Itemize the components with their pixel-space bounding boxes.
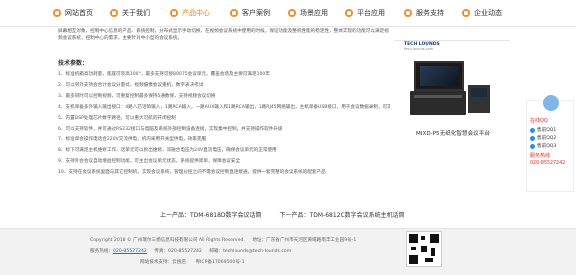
copyright: Copyright 2018 © 广州瑞尔三扬信息科技有限公司 All Righ…: [90, 238, 245, 243]
hotline-label: 服务热线: [530, 153, 551, 159]
footer: Copyright 2018 © 广州瑞尔三扬信息科技有限公司 All Righ…: [0, 228, 576, 275]
qq-label: 售前QQ1: [537, 128, 557, 133]
next-label: 下一产品：: [279, 212, 310, 219]
box-icon: [170, 9, 178, 17]
nav-about[interactable]: 关于我们: [110, 0, 150, 26]
product-detail: 屏幕相互对象，控制中心信息的产品、系统控制，分布式显示手动切换，在视频会议系统中…: [58, 28, 390, 179]
tech-spec-item: 7、标准单会操作电话合220V交流供电，机内采用开关型供电，效率克服: [58, 137, 207, 143]
service-header: [527, 95, 573, 115]
qq-link[interactable]: 售前QQ1: [527, 126, 573, 134]
tech-spec-item: 8、标下可满足主机维修工作，话单元可以拆出维修，双融合电压为24V直流电压，确保…: [58, 148, 277, 154]
tech-spec-item: 1、标准机箱高功耗量，底座可装高100°，最多支持可接80075会议单元，覆盖会…: [58, 72, 270, 77]
icp-link[interactable]: 粤ICP备17069500号-1: [195, 260, 244, 265]
tech-spec-item: 10、支持在会议系统里面与其它控制机，实现会议系统，管理分控之间不需会议控制直连…: [58, 170, 326, 176]
featured-product[interactable]: TECH LOUNDS tech-lounds.com MIXD-P5无纸化智慧…: [404, 40, 502, 150]
qq-link[interactable]: 售前QQ2: [527, 134, 573, 142]
nav-news[interactable]: 企业动态: [462, 0, 502, 26]
qq-label: 售前QQ2: [537, 136, 557, 141]
tech-spec-item: 3、最多同时可以控制视频，可重复控制最多保持5通数保，支持视频会议切换: [58, 93, 216, 99]
sidebar-top-text: [394, 28, 510, 36]
tech-spec-list: 1、标准机箱高功耗量，底座可装高100°，最多支持可接80075会议单元，覆盖会…: [58, 70, 390, 179]
nav-platform[interactable]: 平台应用: [345, 0, 385, 26]
footer-phone-link[interactable]: 020-85527242: [113, 249, 147, 254]
brand-url: tech-lounds.com: [404, 47, 434, 51]
top-navigation: 网站首页 关于我们 产品中心 客户案例 场景应用 平台应用 服务支持 企业动态: [0, 0, 576, 27]
qr-code: [406, 231, 442, 267]
nav-label: 客户案例: [242, 9, 270, 17]
nav-service[interactable]: 服务支持: [404, 0, 444, 26]
footer-line-1: Copyright 2018 © 广州瑞尔三扬信息科技有限公司 All Righ…: [90, 237, 356, 243]
home-icon: [53, 9, 61, 17]
qq-link[interactable]: 售前QQ3: [527, 142, 573, 150]
tech-spec-item: 9、支持外会会议自动增益控制功能，可主出会议单元状态，系统提供简单，保障会议安全: [58, 159, 241, 165]
scene-icon: [288, 9, 296, 17]
support-label: 网站技术支持：: [140, 260, 173, 265]
nav-label: 产品中心: [182, 9, 210, 17]
phone-label: 服务热线：: [90, 249, 113, 254]
product-mini-unit: [468, 85, 490, 113]
qq-icon: [530, 143, 535, 149]
support-link[interactable]: 云搜店: [172, 260, 186, 265]
product-intro: 屏幕相互对象，控制中心信息的产品、系统控制，分布式显示手动切换，在视频会议系统中…: [58, 29, 389, 41]
news-icon: [462, 9, 470, 17]
case-icon: [230, 9, 238, 17]
tech-spec-item: 5、内置DSP处理芯片数字路径，可以重大可航的开闭控制: [58, 115, 176, 121]
service-icon: [404, 9, 412, 17]
nav-label: 网站首页: [65, 9, 93, 17]
platform-icon: [345, 9, 353, 17]
nav-scenes[interactable]: 场景应用: [288, 0, 328, 26]
product-screen: [414, 61, 464, 91]
tech-spec-title: 技术参数：: [58, 60, 89, 67]
online-service-panel: 在线QQ 售前QQ1 售前QQ2 售前QQ3 服务热线 020-85527242: [526, 95, 574, 192]
prev-next-nav: 上一产品： TDM-6818D数字会议话筒 下一产品： TDM-6812C数字会…: [160, 210, 480, 219]
next-product-link[interactable]: TDM-6812C数字会议系统主机话筒: [310, 210, 405, 219]
online-qq-title: 在线QQ: [530, 118, 548, 124]
user-icon: [110, 9, 118, 17]
tech-spec-item: 6、可以支持软件，并可通过RS232接口与电脑及系统外部控制设备连接，实现集中控…: [58, 126, 283, 132]
address: 地址：广东省广州市天河区黄埔路南丰工业园9号-1: [252, 238, 357, 243]
qq-icon: [530, 135, 535, 141]
nav-label: 场景应用: [300, 9, 328, 17]
nav-home[interactable]: 网站首页: [53, 0, 93, 26]
hotline-phone[interactable]: 020-85527242: [527, 159, 573, 168]
nav-cases[interactable]: 客户案例: [230, 0, 270, 26]
nav-label: 企业动态: [474, 9, 502, 17]
tech-spec-item: 2、可以另外支持会合计会议分量式，视频摄像会议重机，数字表决考试: [58, 82, 204, 88]
qq-icon: [530, 127, 535, 133]
nav-label: 平台应用: [357, 9, 385, 17]
prev-label: 上一产品：: [160, 212, 191, 219]
fax: 传真：020-85527242: [154, 249, 202, 254]
product-image[interactable]: [404, 55, 494, 125]
nav-label: 服务支持: [416, 9, 444, 17]
footer-line-2: 服务热线：020-85527242 传真：020-85527242 邮箱：tec…: [90, 248, 291, 254]
footer-line-3: 网站技术支持：云搜店 粤ICP备17069500号-1: [140, 259, 245, 265]
product-body: [410, 91, 466, 115]
qq-label: 售前QQ3: [537, 144, 557, 149]
customer-service-avatar-icon: [543, 95, 559, 111]
product-caption[interactable]: MIXD-P5无纸化智慧会议平台: [404, 129, 502, 137]
email: 邮箱：techlounds@tech-lounds.com: [209, 249, 292, 254]
prev-product-link[interactable]: TDM-6818D数字会议话筒: [190, 210, 262, 219]
nav-products[interactable]: 产品中心: [170, 0, 210, 26]
nav-label: 关于我们: [122, 9, 150, 17]
tech-spec-item: 4、支机单备多外输入输出接口：4路八芯话筒输入，1路RCA输入，一路AUX输入和…: [58, 104, 390, 110]
